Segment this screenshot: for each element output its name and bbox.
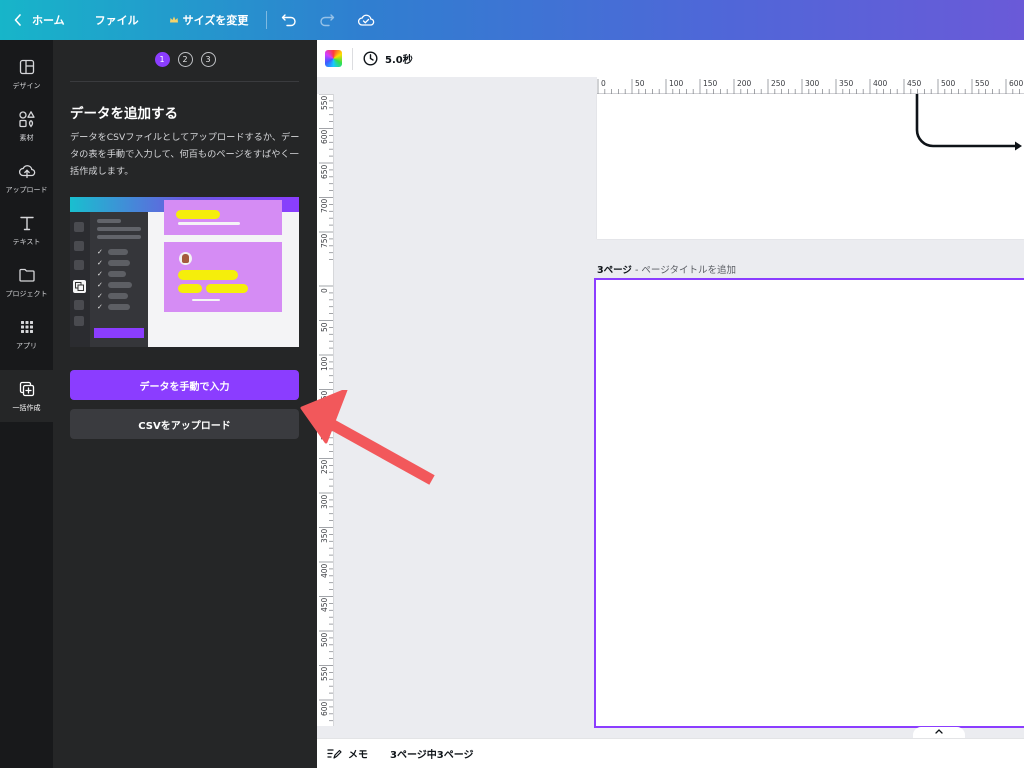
save-status-button[interactable]	[357, 0, 375, 40]
toolbar-divider	[266, 11, 268, 29]
panel-title: データを追加する	[70, 106, 178, 122]
folder-icon	[18, 268, 35, 282]
ruler-label: 550	[975, 79, 990, 88]
text-icon	[19, 216, 34, 230]
rail-label-design: デザイン	[12, 81, 41, 90]
notes-pencil-icon	[327, 749, 342, 759]
upload-cloud-icon	[18, 164, 35, 178]
rail-label-apps: アプリ	[16, 341, 37, 350]
rail-label-text: テキスト	[12, 237, 41, 246]
editor-toolbar: 5.0秒	[317, 40, 1024, 77]
connector-arrow-element[interactable]	[913, 94, 1023, 154]
redo-button[interactable]	[319, 0, 335, 40]
ruler-label: 600	[1009, 79, 1024, 88]
undo-icon	[282, 14, 297, 27]
clock-icon	[363, 51, 378, 66]
file-label: ファイル	[94, 14, 139, 27]
crown-icon	[169, 16, 178, 23]
page-label-separator: -	[631, 265, 642, 276]
apps-grid-icon	[20, 320, 33, 333]
design-page-2[interactable]	[597, 94, 1024, 239]
page-title-placeholder[interactable]: ページタイトルを追加	[641, 265, 736, 276]
step-indicator: 1 2 3	[53, 52, 317, 67]
panel-description: データをCSVファイルとしてアップロードするか、データの表を手動で入力して、何百…	[70, 132, 300, 177]
panel-divider	[70, 81, 299, 82]
bulk-create-panel: 1 2 3 データを追加する データをCSVファイルとしてアップロードするか、デ…	[53, 40, 317, 768]
ruler-label: 100	[320, 356, 329, 371]
redo-icon	[320, 14, 335, 27]
ruler-label: 600	[320, 701, 329, 716]
resize-label: サイズを変更	[182, 14, 249, 27]
ruler-label: 150	[703, 79, 718, 88]
home-label: ホーム	[32, 14, 65, 27]
upload-csv-button[interactable]: CSVをアップロード	[70, 409, 299, 439]
ruler-label: 50	[635, 79, 645, 88]
undo-button[interactable]	[281, 0, 297, 40]
ruler-label: 0	[601, 79, 606, 88]
enter-data-manually-button[interactable]: データを手動で入力	[70, 370, 299, 400]
ruler-label: 450	[907, 79, 922, 88]
color-picker-button[interactable]	[325, 50, 342, 67]
horizontal-ruler: 0 50 100 150 200 250 300 350 400 450 500 550 600	[597, 77, 1024, 94]
ruler-label: 550	[320, 666, 329, 682]
rail-item-projects[interactable]: プロジェクト	[0, 256, 53, 308]
ruler-label: 300	[805, 79, 820, 88]
ruler-label: 700	[320, 198, 329, 214]
ruler-label: 750	[320, 233, 329, 248]
ruler-label: 400	[873, 79, 888, 88]
rail-item-apps[interactable]: アプリ	[0, 308, 53, 360]
ruler-label: 650	[320, 164, 329, 179]
rail-label-upload: アップロード	[5, 185, 48, 194]
rail-label-elements: 素材	[19, 133, 34, 142]
rail-label-bulk-create: 一括作成	[12, 403, 41, 412]
rail-item-upload[interactable]: アップロード	[0, 152, 53, 204]
ruler-label: 600	[320, 129, 329, 145]
annotation-arrow	[300, 390, 435, 485]
toolbar-divider	[352, 47, 353, 70]
bottom-bar: メモ 3ページ中3ページ	[317, 738, 1024, 768]
file-menu-button[interactable]: ファイル	[95, 0, 139, 40]
cloud-check-icon	[358, 14, 375, 26]
ruler-label: 200	[737, 79, 752, 88]
ruler-label: 350	[839, 79, 854, 88]
ruler-label: 0	[320, 287, 329, 293]
chevron-up-icon	[935, 729, 943, 734]
ruler-label: 550	[320, 95, 329, 110]
step-1: 1	[154, 52, 170, 67]
ruler-label: 100	[669, 79, 684, 88]
ruler-label: 350	[320, 528, 329, 544]
page-number: 3ページ	[597, 265, 632, 276]
elements-icon	[18, 110, 35, 127]
ruler-label: 450	[320, 597, 329, 613]
notes-label: メモ	[348, 750, 368, 761]
notes-button[interactable]: メモ	[327, 746, 368, 761]
design-page-3[interactable]	[594, 278, 1024, 728]
rail-item-bulk-create[interactable]: 一括作成	[0, 370, 53, 422]
ruler-label: 400	[320, 563, 329, 578]
page-title-label[interactable]: 3ページ - ページタイトルを追加	[597, 262, 736, 276]
page-indicator[interactable]: 3ページ中3ページ	[390, 746, 474, 761]
rail-item-text[interactable]: テキスト	[0, 204, 53, 256]
ruler-label: 500	[320, 632, 329, 647]
rail-item-elements[interactable]: 素材	[0, 100, 53, 152]
bulk-create-illustration: ✓ ✓ ✓ ✓ ✓ ✓	[70, 197, 299, 347]
duration-value: 5.0秒	[385, 55, 413, 66]
step-3: 3	[200, 52, 216, 67]
ruler-label: 500	[941, 79, 956, 88]
page-duration-button[interactable]: 5.0秒	[363, 51, 413, 66]
rail-item-design[interactable]: デザイン	[0, 48, 53, 100]
ruler-label: 300	[320, 494, 329, 509]
ruler-label: 50	[320, 322, 329, 332]
step-2: 2	[177, 52, 193, 67]
rail-label-projects: プロジェクト	[5, 289, 48, 298]
resize-button[interactable]: サイズを変更	[169, 0, 249, 40]
bulk-create-icon	[19, 381, 34, 396]
home-button[interactable]: ホーム	[14, 0, 65, 40]
ruler-label: 250	[771, 79, 786, 88]
chevron-left-icon	[14, 14, 21, 26]
layout-icon	[19, 59, 34, 74]
top-bar: ホーム ファイル サイズを変更	[0, 0, 1024, 40]
side-rail: デザイン 素材 アップロード テキスト プロジェクト アプリ 一括作成	[0, 40, 53, 768]
